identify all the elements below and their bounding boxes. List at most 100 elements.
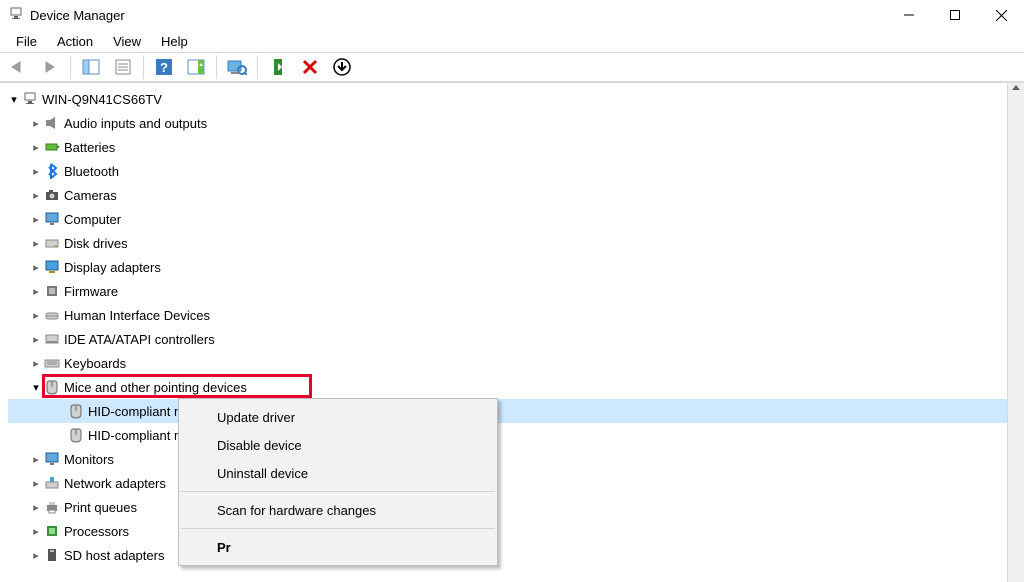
tree-item-mouse[interactable]: HID-compliant m [8,423,1007,447]
toolbar: ? [0,52,1024,82]
chevron-right-icon[interactable]: ▸ [30,357,42,370]
sd-icon [42,547,62,563]
device-tree[interactable]: ▾ WIN-Q9N41CS66TV ▸Audio inputs and output… [0,83,1007,582]
minimize-button[interactable] [886,0,932,30]
chip-icon [42,283,62,299]
chevron-right-icon[interactable]: ▸ [30,285,42,298]
properties-toolbar-button[interactable] [109,54,137,80]
tree-category-display[interactable]: ▸ Display adapters [8,255,1007,279]
ctx-disable-device[interactable]: Disable device [179,431,497,459]
tree-category-ide[interactable]: ▸ IDE ATA/ATAPI controllers [8,327,1007,351]
ctx-properties[interactable]: Pr [179,533,497,561]
tree-label: Disk drives [64,236,128,251]
battery-icon [42,139,62,155]
scan-hardware-toolbar-button[interactable] [223,54,251,80]
chevron-right-icon[interactable]: ▸ [30,453,42,466]
tree-category-sd[interactable]: ▸SD host adapters [8,543,1007,567]
tree-root[interactable]: ▾ WIN-Q9N41CS66TV [8,87,1007,111]
chevron-right-icon[interactable]: ▸ [30,189,42,202]
menu-file[interactable]: File [6,32,47,51]
tree-category-printer[interactable]: ▸ Print queues [8,495,1007,519]
action-toolbar-button[interactable] [182,54,210,80]
tree-category-disk[interactable]: ▸ Disk drives [8,231,1007,255]
tree-item-mouse[interactable]: HID-compliant mouse [8,399,1007,423]
tree-label: Cameras [64,188,117,203]
uninstall-device-toolbar-button[interactable] [296,54,324,80]
context-menu: Update driver Disable device Uninstall d… [178,398,498,566]
tree-category-battery[interactable]: ▸ Batteries [8,135,1007,159]
mouse-icon [66,427,86,443]
chevron-right-icon[interactable]: ▸ [30,165,42,178]
device-manager-window: Device Manager File Action View Help [0,0,1024,582]
tree-category-camera[interactable]: ▸ Cameras [8,183,1007,207]
content-pane: ▾ WIN-Q9N41CS66TV ▸Audio inputs and output… [0,82,1024,582]
close-button[interactable] [978,0,1024,30]
ctx-update-driver[interactable]: Update driver [179,403,497,431]
tree-category-mouse[interactable]: ▾Mice and other pointing devices [8,375,1007,399]
chevron-right-icon[interactable]: ▸ [30,309,42,322]
chevron-down-icon[interactable]: ▾ [30,381,42,394]
keyboard-icon [42,355,62,371]
ctx-uninstall-device[interactable]: Uninstall device [179,459,497,487]
tree-category-hid[interactable]: ▸ Human Interface Devices [8,303,1007,327]
ide-icon [42,331,62,347]
network-icon [42,475,62,491]
monitor-icon [42,211,62,227]
vertical-scrollbar[interactable] [1007,83,1024,582]
console-tree-button[interactable] [77,54,105,80]
tree-label: IDE ATA/ATAPI controllers [64,332,215,347]
tree-category-bluetooth[interactable]: ▸Bluetooth [8,159,1007,183]
toolbar-separator [216,55,217,79]
tree-category-keyboard[interactable]: ▸ Keyboards [8,351,1007,375]
chevron-right-icon[interactable]: ▸ [30,333,42,346]
toolbar-separator [257,55,258,79]
chevron-right-icon[interactable]: ▸ [30,117,42,130]
ctx-separator [181,491,495,492]
chevron-right-icon[interactable]: ▸ [30,477,42,490]
tree-label: Display adapters [64,260,161,275]
scan-arrow-toolbar-button[interactable] [328,54,356,80]
forward-button[interactable] [36,54,64,80]
ctx-scan-hardware[interactable]: Scan for hardware changes [179,496,497,524]
enable-device-toolbar-button[interactable] [264,54,292,80]
tree-category-network[interactable]: ▸ Network adapters [8,471,1007,495]
chevron-right-icon[interactable]: ▸ [30,261,42,274]
disk-icon [42,235,62,251]
tree-category-monitor[interactable]: ▸ Computer [8,207,1007,231]
menubar: File Action View Help [0,30,1024,52]
tree-category-chip[interactable]: ▸ Firmware [8,279,1007,303]
mouse-icon [42,379,62,395]
menu-view[interactable]: View [103,32,151,51]
toolbar-separator [70,55,71,79]
app-icon [8,6,24,25]
tree-category-monitor[interactable]: ▸ Monitors [8,447,1007,471]
chevron-down-icon[interactable]: ▾ [8,93,20,106]
tree-label: Batteries [64,140,115,155]
chevron-right-icon[interactable]: ▸ [30,501,42,514]
hid-icon [42,307,62,323]
chevron-right-icon[interactable]: ▸ [30,525,42,538]
chevron-right-icon[interactable]: ▸ [30,141,42,154]
tree-label: Human Interface Devices [64,308,210,323]
chevron-right-icon[interactable]: ▸ [30,213,42,226]
tree-label: Firmware [64,284,118,299]
window-title: Device Manager [30,8,125,23]
menu-help[interactable]: Help [151,32,198,51]
speaker-icon [42,115,62,131]
tree-label: Network adapters [64,476,166,491]
tree-label: Keyboards [64,356,126,371]
tree-label: Monitors [64,452,114,467]
tree-label: Print queues [64,500,137,515]
help-toolbar-button[interactable]: ? [150,54,178,80]
tree-label: Computer [64,212,121,227]
chevron-right-icon[interactable]: ▸ [30,549,42,562]
tree-category-speaker[interactable]: ▸Audio inputs and outputs [8,111,1007,135]
maximize-button[interactable] [932,0,978,30]
tree-label: Processors [64,524,129,539]
back-button[interactable] [4,54,32,80]
tree-category-cpu[interactable]: ▸ Processors [8,519,1007,543]
tree-label: WIN-Q9N41CS66TV [42,92,162,107]
menu-action[interactable]: Action [47,32,103,51]
chevron-right-icon[interactable]: ▸ [30,237,42,250]
bluetooth-icon [42,163,62,179]
